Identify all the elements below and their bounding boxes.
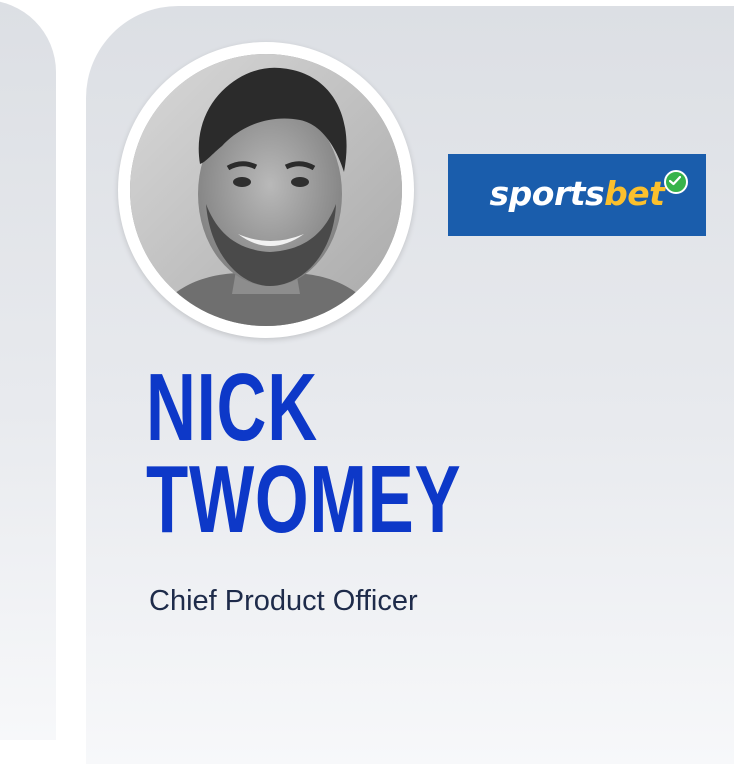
avatar-photo-illustration: [130, 54, 402, 326]
avatar-frame: [118, 42, 414, 338]
check-icon: [664, 170, 688, 194]
sportsbet-logo: sportsbet: [448, 154, 706, 236]
speaker-section: sportsbet NICK TWOMEY Chief Product Offi…: [0, 0, 734, 764]
speaker-role: Chief Product Officer: [149, 585, 418, 617]
speaker-first-name: NICK: [146, 354, 318, 461]
avatar: [130, 54, 402, 326]
speaker-name: NICK TWOMEY: [146, 354, 462, 553]
previous-speaker-card: [0, 0, 56, 740]
sportsbet-logo-text: sportsbet: [489, 173, 665, 213]
speaker-last-name: TWOMEY: [146, 446, 462, 553]
